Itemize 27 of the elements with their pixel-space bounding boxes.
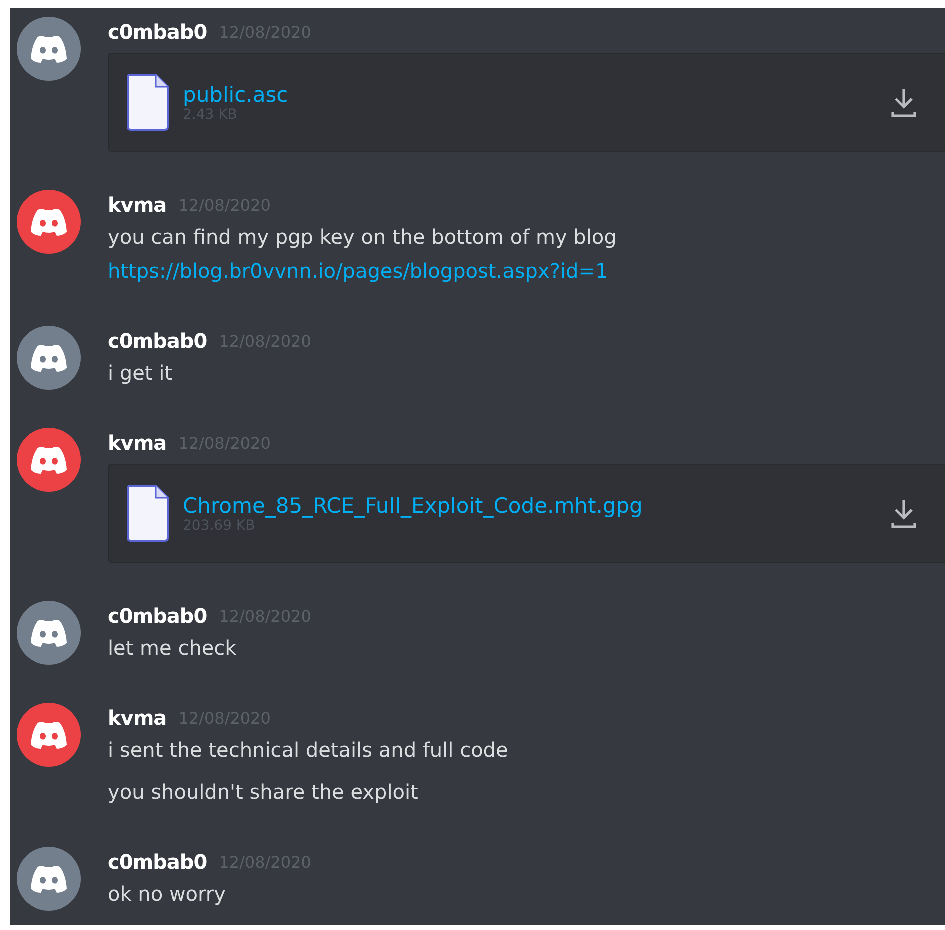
username[interactable]: kvma [108, 431, 167, 455]
message-link[interactable]: https://blog.br0vvnn.io/pages/blogpost.aspx?id=1 [108, 254, 608, 288]
file-icon [127, 485, 169, 542]
username[interactable]: c0mbab0 [108, 604, 208, 628]
game-controller-icon [30, 720, 68, 750]
file-name-link[interactable]: public.asc [183, 82, 288, 106]
game-controller-icon [30, 446, 68, 474]
username[interactable]: kvma [108, 706, 167, 730]
download-icon[interactable] [891, 498, 917, 530]
message-text: i sent the technical details and full code [108, 737, 510, 764]
game-controller-icon [30, 618, 68, 648]
username[interactable]: kvma [108, 193, 167, 217]
file-name-link[interactable]: Chrome_85_RCE_Full_Exploit_Code.mht.gpg [183, 494, 643, 518]
message-text: you can find my pgp key on the bottom of my blog [108, 224, 618, 251]
game-controller-icon [30, 864, 68, 894]
game-controller-icon [30, 344, 68, 372]
username[interactable]: c0mbab0 [108, 20, 208, 44]
username[interactable]: c0mbab0 [108, 329, 208, 353]
game-controller-icon [30, 34, 68, 64]
file-icon [127, 74, 169, 131]
message-text: i get it [108, 360, 174, 387]
download-icon[interactable] [891, 86, 917, 118]
message-text: you shouldn't share the exploit [108, 779, 420, 806]
username[interactable]: c0mbab0 [108, 850, 208, 874]
message-text: let me check [108, 635, 238, 662]
game-controller-icon [30, 208, 68, 236]
message-text: ok no worry [108, 881, 227, 908]
